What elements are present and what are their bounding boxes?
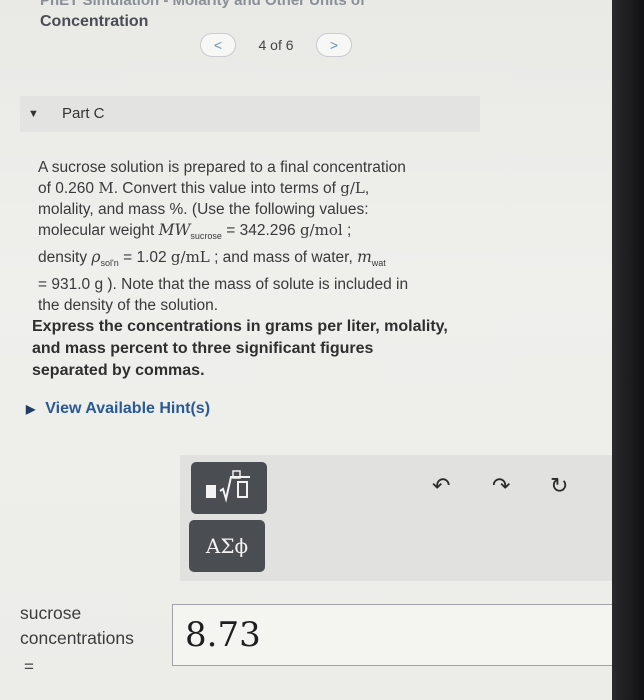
page-indicator: 4 of 6	[258, 37, 294, 53]
chevron-right-icon: >	[329, 37, 339, 53]
math-toolbar: ΑΣϕ ↶ ↷ ↻	[180, 455, 612, 581]
answer-label-line: sucrose	[20, 603, 82, 623]
hints-label: View Available Hint(s)	[45, 400, 211, 417]
symbols-button[interactable]: ΑΣϕ	[189, 520, 265, 572]
chevron-left-icon: <	[213, 37, 223, 53]
problem-line: A sucrose solution is prepared to a fina…	[38, 159, 406, 176]
caret-down-icon: ▼	[28, 108, 39, 120]
answer-equals: =	[24, 657, 34, 676]
answer-input[interactable]: 8.73	[172, 604, 612, 666]
reset-icon[interactable]: ↻	[550, 473, 568, 499]
problem-line: the density of the solution.	[38, 297, 219, 315]
prev-button[interactable]: <	[200, 33, 236, 57]
problem-line: molecular weight MWsucrose = 342.296 g/m…	[38, 221, 352, 242]
pager: < 4 of 6 >	[200, 33, 352, 57]
instructions-line: Express the concentrations in grams per …	[32, 318, 448, 335]
screen: PhET Simulation - Molarity and Other Uni…	[0, 0, 612, 700]
problem-line: of 0.260 M. Convert this value into term…	[38, 179, 370, 197]
instructions: Express the concentrations in grams per …	[32, 316, 502, 382]
templates-icon	[206, 470, 250, 503]
triangle-right-icon: ▶	[26, 402, 36, 416]
instructions-line: and mass percent to three significant fi…	[32, 340, 374, 357]
part-header[interactable]: ▼ Part C	[20, 96, 480, 132]
answer-label-line: concentrations	[20, 628, 134, 648]
view-hints-link[interactable]: ▶ View Available Hint(s)	[26, 400, 210, 418]
problem-line: density ρsol'n = 1.02 g/mL ; and mass of…	[38, 248, 386, 269]
problem-line: molality, and mass %. (Use the following…	[38, 201, 369, 218]
answer-label: sucrose concentrations	[20, 601, 134, 651]
device-bezel	[612, 0, 644, 700]
page-title: PhET Simulation - Molarity and Other Uni…	[40, 0, 366, 9]
page-subtitle: Concentration	[40, 13, 149, 30]
undo-icon[interactable]: ↶	[432, 473, 450, 499]
templates-button[interactable]	[191, 462, 267, 514]
next-button[interactable]: >	[316, 33, 352, 57]
answer-value: 8.73	[185, 615, 261, 655]
redo-icon[interactable]: ↷	[492, 473, 510, 499]
problem-text: A sucrose solution is prepared to a fina…	[38, 157, 498, 316]
instructions-line: separated by commas.	[32, 362, 205, 379]
problem-line: = 931.0 g ). Note that the mass of solut…	[38, 276, 409, 294]
part-label: Part C	[62, 105, 105, 122]
